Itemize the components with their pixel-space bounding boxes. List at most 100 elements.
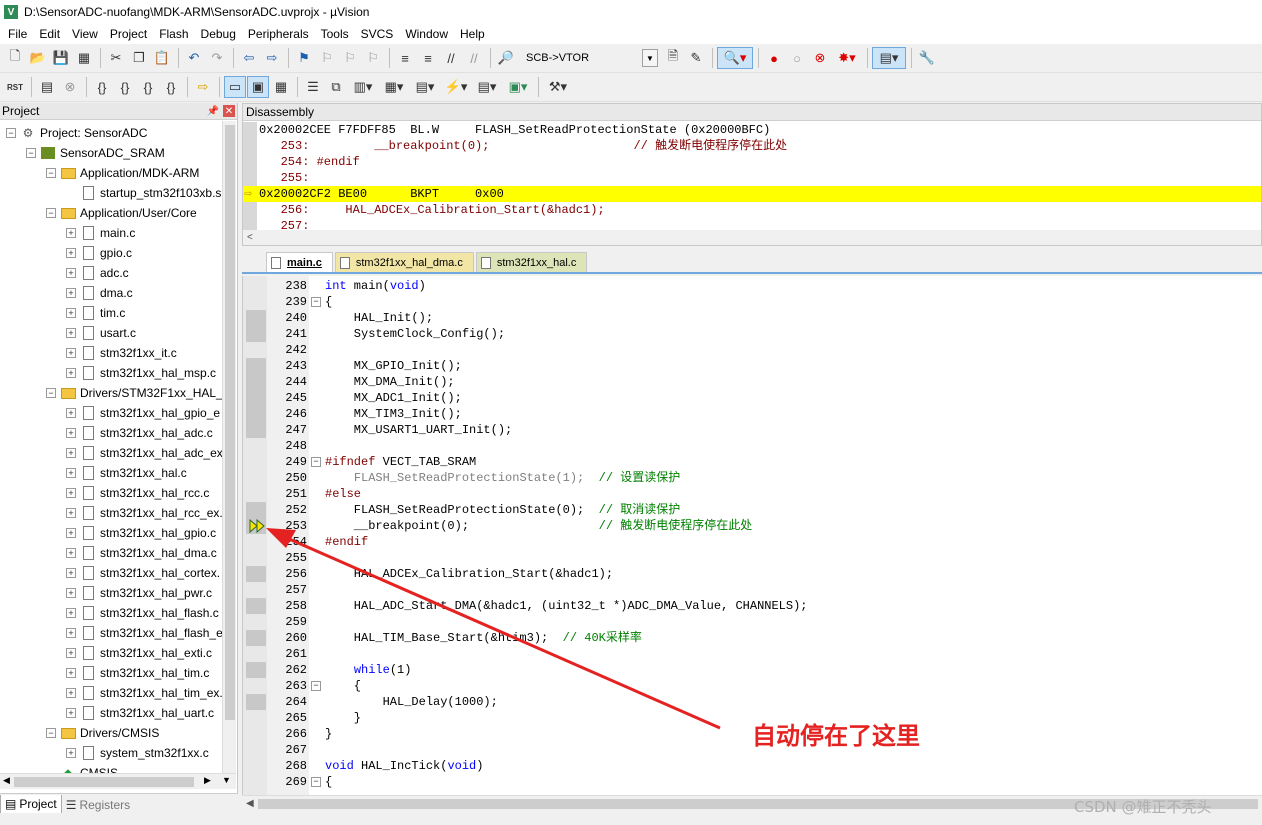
disassembly-line[interactable]: 256: HAL_ADCEx_Calibration_Start(&hadc1)… — [259, 202, 1259, 218]
code-line[interactable]: 262 while(1) — [243, 662, 1261, 678]
tree-item[interactable]: + stm32f1xx_hal_uart.c — [66, 703, 214, 723]
fold-icon[interactable]: − — [311, 457, 321, 467]
nav-forward-icon[interactable]: ⇨ — [261, 47, 283, 69]
code-line[interactable]: 240 HAL_Init(); — [243, 310, 1261, 326]
code-line[interactable]: 258 HAL_ADC_Start_DMA(&hadc1, (uint32_t … — [243, 598, 1261, 614]
expand-icon[interactable]: + — [66, 708, 76, 718]
show-next-statement-icon[interactable]: ⇨ — [192, 76, 214, 98]
editor-tab[interactable]: stm32f1xx_hal.c — [475, 252, 588, 272]
executable-line-marker[interactable] — [246, 374, 266, 390]
code-line[interactable]: 244 MX_DMA_Init(); — [243, 374, 1261, 390]
menu-view[interactable]: View — [66, 27, 104, 41]
incremental-find-icon[interactable]: ✎ — [685, 47, 707, 69]
code-line[interactable]: 247 MX_USART1_UART_Init(); — [243, 422, 1261, 438]
pin-icon[interactable]: 📌 — [207, 106, 219, 117]
tree-item[interactable]: − ⚙ Project: SensorADC — [6, 123, 147, 143]
collapse-icon[interactable]: − — [46, 168, 56, 178]
code-line[interactable]: 263− { — [243, 678, 1261, 694]
scrollbar-thumb[interactable] — [14, 777, 194, 787]
disassembly-hscrollbar[interactable]: < — [243, 230, 1261, 245]
executable-line-marker[interactable] — [246, 598, 266, 614]
menu-window[interactable]: Window — [399, 27, 454, 41]
expand-icon[interactable]: + — [66, 328, 76, 338]
tree-item[interactable]: startup_stm32f103xb.s — [66, 183, 221, 203]
window-layout-icon[interactable]: ▤▾ — [872, 47, 906, 69]
menu-edit[interactable]: Edit — [33, 27, 66, 41]
tree-item[interactable]: + main.c — [66, 223, 135, 243]
disable-breakpoints-icon[interactable]: ⊗ — [809, 47, 831, 69]
tree-item[interactable]: + stm32f1xx_hal_cortex. — [66, 563, 220, 583]
fold-icon[interactable]: − — [311, 297, 321, 307]
code-line[interactable]: 245 MX_ADC1_Init(); — [243, 390, 1261, 406]
expand-icon[interactable]: + — [66, 448, 76, 458]
nav-back-icon[interactable]: ⇦ — [238, 47, 260, 69]
insert-breakpoint-icon[interactable]: ● — [763, 47, 785, 69]
debug-session-icon[interactable]: 🔍▾ — [717, 47, 753, 69]
expand-icon[interactable]: + — [66, 688, 76, 698]
step-out-icon[interactable]: {} — [137, 76, 159, 98]
executable-line-marker[interactable] — [246, 390, 266, 406]
expand-icon[interactable]: + — [66, 568, 76, 578]
tab-project[interactable]: ▤ Project — [0, 794, 62, 815]
expand-icon[interactable]: + — [66, 528, 76, 538]
tree-item[interactable]: + system_stm32f1xx.c — [66, 743, 209, 763]
scroll-right-icon[interactable]: ▶ — [204, 775, 211, 786]
expand-icon[interactable]: + — [66, 588, 76, 598]
editor-tab[interactable]: stm32f1xx_hal_dma.c — [334, 252, 474, 272]
executable-line-marker[interactable] — [246, 358, 266, 374]
menu-debug[interactable]: Debug — [195, 27, 242, 41]
tree-item[interactable]: − Application/MDK-ARM — [46, 163, 199, 183]
scroll-down-icon[interactable]: ▼ — [222, 775, 231, 785]
disassembly-line[interactable]: 255: — [259, 170, 1259, 186]
fold-icon[interactable]: − — [311, 777, 321, 787]
find-combo[interactable]: SCB->VTOR ▼ — [522, 48, 658, 68]
tree-item[interactable]: + stm32f1xx_hal_exti.c — [66, 643, 212, 663]
scrollbar-thumb[interactable] — [225, 125, 235, 720]
copy-icon[interactable]: ❐ — [128, 47, 150, 69]
save-icon[interactable]: 💾 — [50, 47, 72, 69]
menu-tools[interactable]: Tools — [315, 27, 355, 41]
menu-flash[interactable]: Flash — [153, 27, 194, 41]
find-in-files-icon[interactable]: 🔎 — [495, 47, 517, 69]
code-line[interactable]: 239−{ — [243, 294, 1261, 310]
tree-item[interactable]: + stm32f1xx_hal_gpio_e — [66, 403, 220, 423]
uncomment-icon[interactable]: // — [463, 47, 485, 69]
expand-icon[interactable]: + — [66, 628, 76, 638]
tree-item[interactable]: + usart.c — [66, 323, 136, 343]
unindent-icon[interactable]: ≡ — [417, 47, 439, 69]
disassembly-body[interactable]: 0x20002CEE F7FDFF85 BL.W FLASH_SetReadPr… — [243, 122, 1261, 230]
tree-item[interactable]: − SensorADC_SRAM — [26, 143, 165, 163]
new-file-icon[interactable]: 🗋 — [4, 47, 26, 69]
code-line[interactable]: 259 — [243, 614, 1261, 630]
tree-item[interactable]: + gpio.c — [66, 243, 132, 263]
step-into-icon[interactable]: {} — [91, 76, 113, 98]
tree-item[interactable]: + stm32f1xx_hal_flash_e — [66, 623, 222, 643]
expand-icon[interactable]: + — [66, 548, 76, 558]
collapse-icon[interactable]: − — [46, 388, 56, 398]
collapse-icon[interactable]: − — [46, 728, 56, 738]
tree-item[interactable]: + stm32f1xx_hal_msp.c — [66, 363, 216, 383]
code-line[interactable]: 261 — [243, 646, 1261, 662]
tree-item[interactable]: − Application/User/Core — [46, 203, 197, 223]
code-line[interactable]: 260 HAL_TIM_Base_Start(&htim3); // 40K采样… — [243, 630, 1261, 646]
tree-item[interactable]: ◆ CMSIS — [46, 763, 118, 773]
undo-icon[interactable]: ↶ — [183, 47, 205, 69]
expand-icon[interactable]: + — [66, 428, 76, 438]
code-line[interactable]: 238 int main(void) — [243, 278, 1261, 294]
tab-registers[interactable]: ☰ Registers — [62, 795, 134, 815]
executable-line-marker[interactable] — [246, 310, 266, 326]
code-line[interactable]: 246 MX_TIM3_Init(); — [243, 406, 1261, 422]
watch-window-icon[interactable]: ▥▾ — [348, 76, 378, 98]
disassembly-window-icon[interactable]: ▣ — [247, 76, 269, 98]
bookmark-icon[interactable]: ⚑ — [293, 47, 315, 69]
tree-item[interactable]: + stm32f1xx_it.c — [66, 343, 177, 363]
executable-line-marker[interactable] — [246, 566, 266, 582]
disassembly-line[interactable]: 0x20002CEE F7FDFF85 BL.W FLASH_SetReadPr… — [259, 122, 1259, 138]
serial-window-icon[interactable]: ▤▾ — [410, 76, 440, 98]
disassembly-line[interactable]: 254: #endif — [259, 154, 1259, 170]
disassembly-current-line[interactable]: 0x20002CF2 BE00 BKPT 0x00 — [243, 186, 1261, 202]
code-line[interactable]: 264 HAL_Delay(1000); — [243, 694, 1261, 710]
expand-icon[interactable]: + — [66, 408, 76, 418]
command-window-icon[interactable]: ▭ — [224, 76, 246, 98]
disassembly-line[interactable]: 253: __breakpoint(0); // 触发断电使程序停在此处 — [259, 138, 1259, 154]
